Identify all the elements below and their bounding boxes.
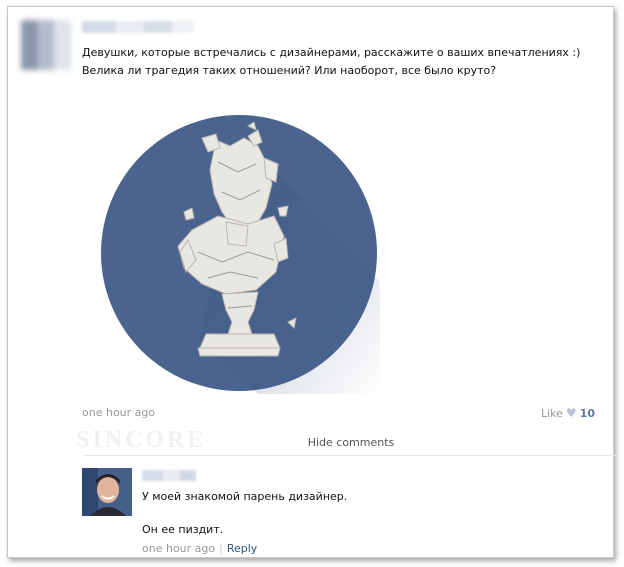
post-text: Девушки, которые встречались с дизайнера…: [82, 46, 581, 77]
post-card: Девушки, которые встречались с дизайнера…: [7, 6, 619, 558]
comment-text-line1: У моей знакомой парень дизайнер.: [142, 490, 348, 503]
separator: |: [219, 542, 223, 555]
like-label: Like: [540, 406, 563, 420]
hide-comments-button[interactable]: Hide comments: [83, 429, 619, 456]
like-count: 10: [579, 406, 595, 420]
comment-avatar[interactable]: [82, 468, 132, 516]
author-name[interactable]: [82, 21, 194, 33]
comment-meta: one hour ago | Reply: [142, 542, 257, 555]
comment-text-line2: Он ее пиздит.: [142, 523, 224, 536]
comment-author-name[interactable]: [142, 470, 196, 481]
author-avatar[interactable]: [21, 20, 71, 70]
post-timestamp[interactable]: one hour ago: [82, 406, 155, 419]
heart-icon: ♥: [565, 406, 577, 420]
like-button[interactable]: Like ♥ 10: [541, 406, 595, 420]
comment-timestamp[interactable]: one hour ago: [142, 542, 215, 555]
post-image[interactable]: [98, 112, 380, 394]
reply-link[interactable]: Reply: [227, 542, 257, 555]
